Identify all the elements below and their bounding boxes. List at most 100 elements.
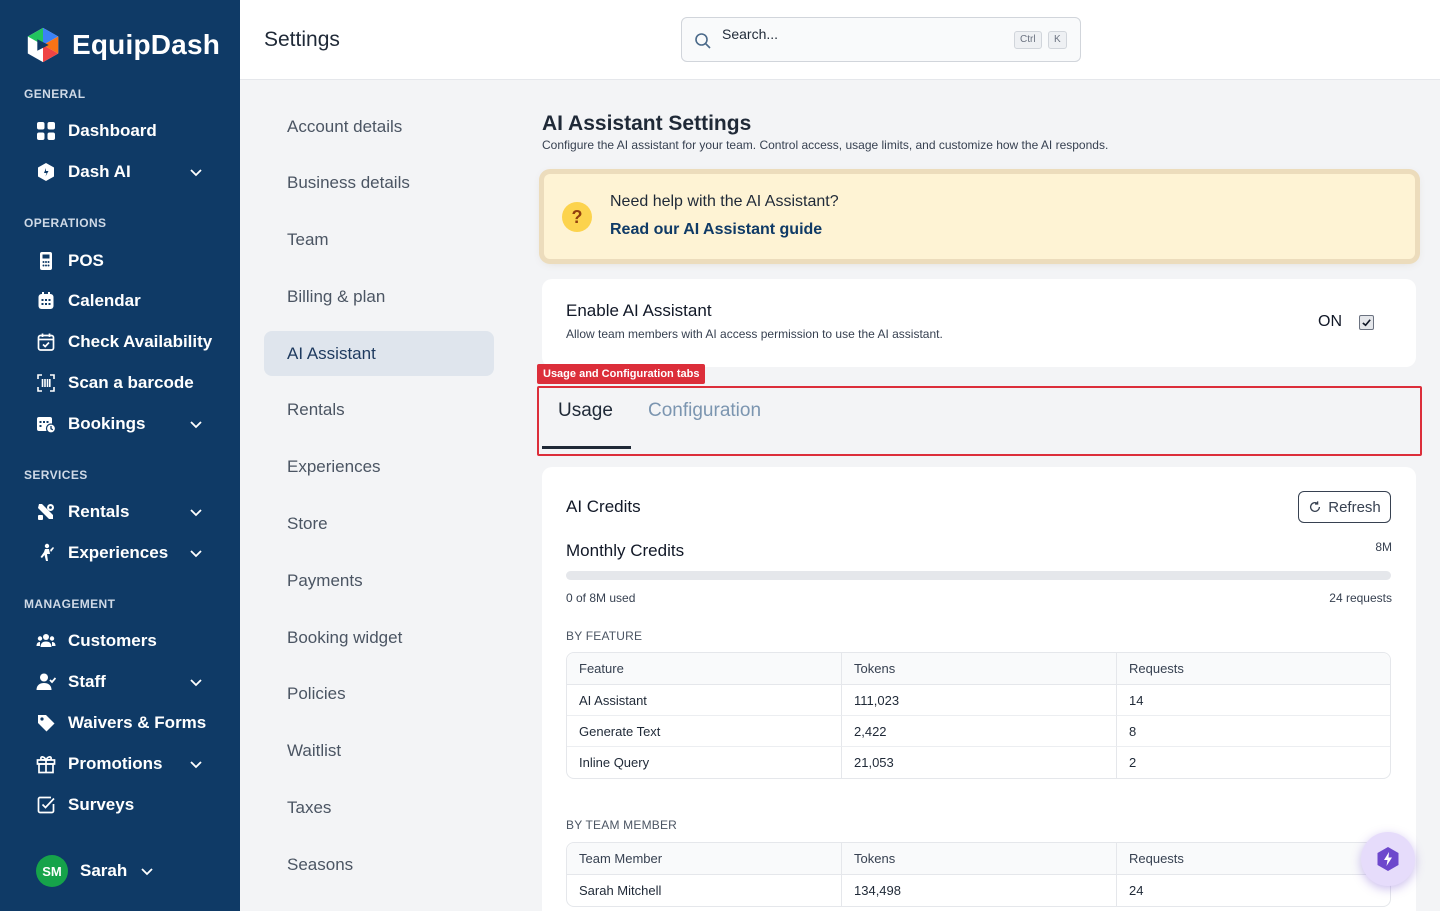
sidebar-item-promotions[interactable]: Promotions (36, 748, 216, 780)
sidebar-item-scan-barcode[interactable]: Scan a barcode (36, 367, 216, 399)
settings-nav-policies[interactable]: Policies (264, 671, 494, 716)
by-team-member-label: BY TEAM MEMBER (566, 818, 678, 832)
chevron-down-icon[interactable] (188, 674, 204, 690)
section-management: MANAGEMENT (24, 597, 116, 611)
sidebar-item-label: Customers (68, 631, 157, 650)
gift-icon (36, 756, 56, 774)
checkbox-square-icon (37, 796, 55, 814)
chevron-down-icon[interactable] (188, 545, 204, 561)
sidebar-item-check-availability[interactable]: Check Availability (36, 326, 216, 358)
tab-usage[interactable]: Usage (558, 400, 613, 422)
sidebar-item-pos[interactable]: POS (36, 245, 216, 277)
table-cell: 2,422 (841, 716, 1116, 747)
calendar-icon (38, 292, 54, 309)
settings-nav-experiences[interactable]: Experiences (264, 444, 494, 489)
settings-nav-waitlist[interactable]: Waitlist (264, 728, 494, 773)
table-cell: 111,023 (841, 685, 1116, 716)
sidebar-item-staff[interactable]: Staff (36, 666, 216, 698)
sidebar-item-label: POS (68, 251, 104, 270)
help-guide-link[interactable]: Read our AI Assistant guide (610, 221, 822, 239)
settings-nav-store[interactable]: Store (264, 501, 494, 546)
sidebar-item-label: Staff (68, 672, 106, 691)
section-operations: OPERATIONS (24, 216, 107, 230)
settings-nav-ai-assistant[interactable]: AI Assistant (264, 331, 494, 376)
credits-used-text: 0 of 8M used (566, 591, 636, 605)
sidebar-item-customers[interactable]: Customers (36, 625, 216, 657)
table-row: Inline Query 21,053 2 (567, 747, 1390, 778)
settings-nav-booking-widget[interactable]: Booking widget (264, 615, 494, 660)
table-row: Sarah Mitchell 134,498 24 (567, 875, 1390, 906)
settings-nav-payments[interactable]: Payments (264, 558, 494, 603)
section-services: SERVICES (24, 468, 88, 482)
chevron-down-icon[interactable] (188, 504, 204, 520)
search-icon (695, 33, 711, 49)
brand[interactable]: EquipDash (24, 26, 220, 64)
column-header: Requests (1116, 653, 1390, 685)
settings-nav-billing-plan[interactable]: Billing & plan (264, 274, 494, 319)
settings-nav-account-details[interactable]: Account details (264, 104, 494, 149)
sidebar-item-rentals[interactable]: Rentals (36, 496, 216, 528)
tag-icon (38, 715, 55, 732)
chevron-down-icon[interactable] (188, 164, 204, 180)
sidebar-item-label: Dashboard (68, 121, 157, 140)
settings-nav-seasons[interactable]: Seasons (264, 842, 494, 887)
monthly-credits-label: Monthly Credits (566, 541, 685, 560)
sidebar-item-experiences[interactable]: Experiences (36, 537, 216, 569)
requests-count: 24 requests (1329, 591, 1392, 605)
table-cell: Inline Query (579, 755, 650, 770)
top-bar: Settings Ctrl K (240, 0, 1440, 80)
settings-nav-business-details[interactable]: Business details (264, 160, 494, 205)
pos-terminal-icon (40, 252, 52, 270)
settings-nav-rentals[interactable]: Rentals (264, 387, 494, 432)
chevron-down-icon[interactable] (188, 756, 204, 772)
climber-icon (40, 543, 54, 561)
sidebar-item-surveys[interactable]: Surveys (36, 789, 216, 821)
search-input[interactable] (722, 24, 1002, 44)
section-title: AI Assistant Settings (542, 112, 752, 135)
sidebar: EquipDash GENERAL Dashboard Dash AI OPER… (0, 0, 240, 911)
user-name: Sarah (80, 861, 128, 880)
sidebar-item-calendar[interactable]: Calendar (36, 285, 216, 317)
column-header: Tokens (841, 843, 1116, 875)
section-subtitle: Configure the AI assistant for your team… (542, 138, 1109, 152)
search-box[interactable]: Ctrl K (681, 17, 1081, 62)
team-member-usage-table: Team Member Tokens Requests Sarah Mitche… (566, 842, 1391, 907)
chevron-down-icon[interactable] (139, 863, 155, 879)
refresh-icon (1310, 501, 1321, 513)
shortcut-k-key: K (1048, 31, 1067, 49)
sidebar-item-dashboard[interactable]: Dashboard (36, 115, 216, 147)
settings-nav-taxes[interactable]: Taxes (264, 785, 494, 830)
sidebar-item-label: Promotions (68, 754, 163, 773)
refresh-button[interactable]: Refresh (1298, 491, 1391, 523)
tab-configuration[interactable]: Configuration (648, 400, 761, 422)
enable-ai-card: Enable AI Assistant Allow team members w… (542, 279, 1416, 367)
chevron-down-icon[interactable] (188, 416, 204, 432)
sidebar-item-label: Surveys (68, 795, 135, 814)
user-menu[interactable]: SM Sarah (36, 855, 155, 887)
column-header: Tokens (841, 653, 1116, 685)
users-icon (36, 634, 56, 647)
ai-assistant-fab[interactable] (1361, 832, 1415, 886)
sidebar-item-bookings[interactable]: Bookings (36, 408, 216, 440)
help-question: Need help with the AI Assistant? (610, 193, 839, 210)
table-cell: 21,053 (841, 747, 1116, 778)
toggle-state-label: ON (1318, 313, 1342, 330)
sidebar-item-label: Check Availability (68, 332, 213, 351)
table-header-row: Team Member Tokens Requests (567, 843, 1390, 875)
ai-bolt-hexagon-icon (1377, 847, 1399, 871)
grid-icon (37, 122, 55, 140)
sidebar-item-label: Experiences (68, 543, 169, 562)
staff-icon (36, 673, 56, 690)
table-cell: AI Assistant (567, 685, 841, 716)
enable-ai-checkbox[interactable] (1359, 315, 1374, 330)
hexagon-icon (38, 163, 54, 181)
checkmark-icon (1362, 319, 1371, 327)
settings-nav-team[interactable]: Team (264, 217, 494, 262)
credits-progress-bar (566, 571, 1391, 580)
sidebar-item-label: Waivers & Forms (68, 713, 207, 732)
section-general: GENERAL (24, 87, 86, 101)
question-icon: ? (562, 202, 592, 232)
shortcut-ctrl-key: Ctrl (1014, 31, 1042, 49)
sidebar-item-waivers-forms[interactable]: Waivers & Forms (36, 707, 216, 739)
sidebar-item-dash-ai[interactable]: Dash AI (36, 156, 216, 188)
